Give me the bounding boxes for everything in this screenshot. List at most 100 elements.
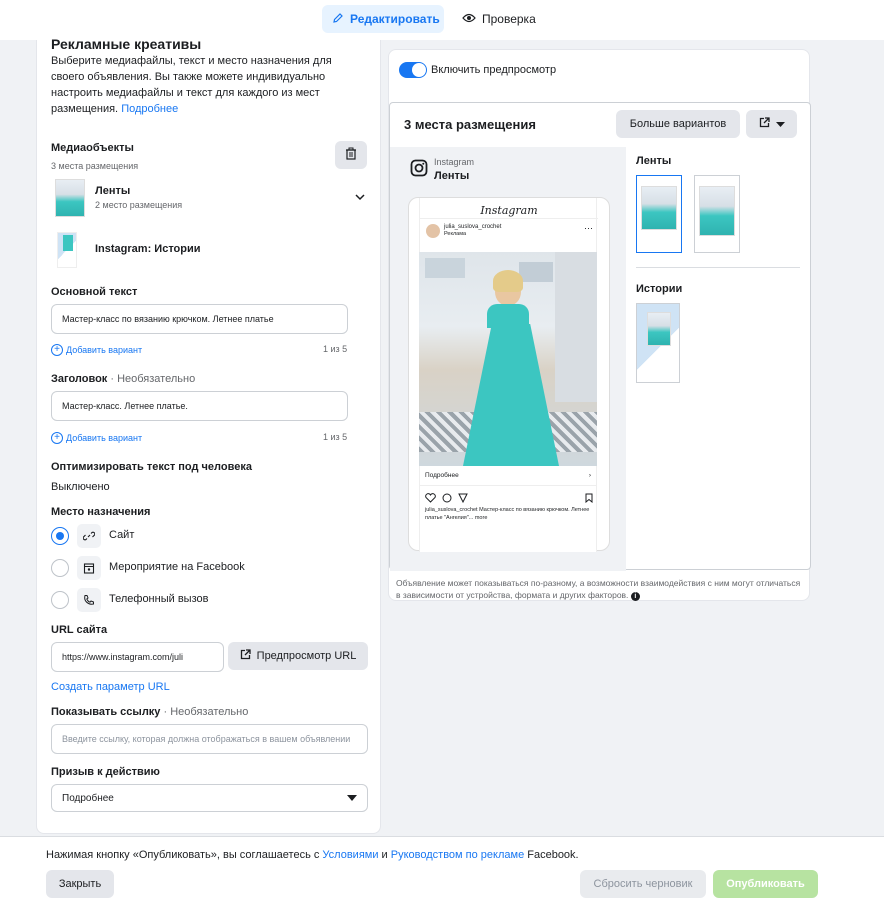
cta-selected-value: Подробнее [62, 792, 114, 804]
eye-icon [462, 12, 476, 26]
plus-circle-icon: + [51, 432, 63, 444]
preview-placement: Ленты [434, 170, 470, 182]
instagram-wordmark: Instagram [480, 204, 538, 217]
radio-website[interactable] [51, 527, 69, 545]
headline-input[interactable]: Мастер-класс. Летнее платье. [51, 391, 348, 421]
chevron-down-icon[interactable] [355, 190, 365, 204]
chevron-right-icon: › [588, 472, 591, 479]
destination-event-label: Мероприятие на Facebook [109, 561, 245, 573]
create-url-parameter-link[interactable]: Создать параметр URL [51, 681, 170, 693]
headline-label-text: Заголовок [51, 373, 108, 385]
learn-more-link[interactable]: Подробнее [121, 103, 178, 115]
caret-down-icon [347, 793, 357, 804]
share-preview-button[interactable] [746, 110, 797, 138]
stories-thumbnail [57, 232, 77, 268]
display-link-optional: · Необязательно [160, 706, 249, 718]
avatar [426, 224, 440, 238]
cta-label: Призыв к действию [51, 766, 160, 778]
feeds-subtitle: 2 место размещения [95, 200, 183, 210]
display-link-label-text: Показывать ссылку [51, 706, 161, 718]
add-headline-variant[interactable]: + Добавить вариант [51, 432, 142, 444]
radio-facebook-event[interactable] [51, 559, 69, 577]
link-icon [77, 524, 101, 548]
share-icon[interactable] [458, 492, 468, 506]
more-options-icon[interactable]: ⋯ [584, 224, 593, 233]
destination-label: Место назначения [51, 506, 151, 518]
destination-phone-label: Телефонный вызов [109, 593, 209, 605]
post-cta-bar[interactable]: Подробнее › [419, 466, 597, 486]
more-variants-button[interactable]: Больше вариантов [616, 110, 740, 138]
thumbnail-image [641, 186, 677, 230]
add-variant-label: Добавить вариант [66, 433, 143, 443]
optimize-label: Оптимизировать текст под человека [51, 461, 252, 473]
post-caption: julia_suslova_crochet Мастер-класс по вя… [425, 507, 590, 521]
header-divider [420, 218, 598, 219]
thumbnail-image [647, 312, 671, 346]
wall-picture [519, 262, 553, 282]
external-link-icon [759, 117, 770, 131]
post-image [419, 252, 597, 466]
section-title: Рекламные креативы [51, 36, 202, 52]
radio-phone-call[interactable] [51, 591, 69, 609]
post-cta-label: Подробнее [425, 472, 459, 479]
feeds-placement-thumbnail[interactable] [636, 175, 682, 253]
primary-text-label: Основной текст [51, 286, 138, 298]
terms-text-before: Нажимая кнопку «Опубликовать», вы соглаш… [46, 849, 323, 861]
feeds-title: Ленты [95, 185, 131, 197]
ad-creative-panel: Рекламные креативы Выберите медиафайлы, … [36, 36, 381, 834]
close-button[interactable]: Закрыть [46, 870, 114, 898]
tab-edit-label: Редактировать [350, 12, 440, 26]
add-primary-variant[interactable]: + Добавить вариант [51, 344, 142, 356]
preview-toggle[interactable] [399, 62, 427, 78]
preview-platform: Instagram [434, 157, 475, 167]
dress-skirt [463, 324, 559, 466]
display-link-input[interactable]: Введите ссылку, которая должна отображат… [51, 724, 368, 754]
tab-review[interactable]: Проверка [452, 5, 542, 33]
headline-variant-counter: 1 из 5 [323, 432, 348, 442]
post-actions [425, 492, 468, 506]
side-feeds-title: Ленты [636, 155, 672, 167]
post-account: julia_suslova_crochet [444, 224, 502, 230]
headline-optional: · Необязательно [107, 373, 196, 385]
preview-disclaimer: Объявление может показываться по-разному… [396, 577, 804, 601]
reset-draft-button[interactable]: Сбросить черновик [580, 870, 706, 898]
publish-button[interactable]: Опубликовать [713, 870, 818, 898]
heart-icon[interactable] [425, 492, 436, 506]
feeds-placement-thumbnail[interactable] [694, 175, 740, 253]
stories-title: Instagram: Истории [95, 243, 201, 255]
preview-placements-title: 3 места размещения [404, 117, 536, 132]
plus-circle-icon: + [51, 344, 63, 356]
cta-select[interactable]: Подробнее [51, 784, 368, 812]
description-text: Выберите медиафайлы, текст и место назна… [51, 55, 332, 115]
media-label: Медиаобъекты [51, 142, 134, 154]
url-label: URL сайта [51, 624, 108, 636]
website-url-input[interactable]: https://www.instagram.com/juli [51, 642, 224, 672]
stories-placement-thumbnail[interactable] [636, 303, 680, 383]
trash-icon [345, 147, 357, 163]
comment-icon[interactable] [442, 492, 452, 506]
destination-website-label: Сайт [109, 529, 135, 541]
caret-down-icon [775, 118, 785, 130]
phone-mockup: Instagram julia_suslova_crochet Реклама … [408, 197, 610, 552]
delete-media-button[interactable] [335, 141, 367, 169]
primary-variant-counter: 1 из 5 [323, 344, 348, 354]
add-variant-label: Добавить вариант [66, 345, 143, 355]
side-stories-title: Истории [636, 283, 683, 295]
ad-guidelines-link[interactable]: Руководством по рекламе [391, 849, 524, 861]
info-icon[interactable]: i [630, 592, 640, 601]
section-description: Выберите медиафайлы, текст и место назна… [51, 53, 351, 117]
primary-text-input[interactable]: Мастер-класс по вязанию крючком. Летнее … [51, 304, 348, 334]
preview-frame: 3 места размещения Больше вариантов Inst… [389, 102, 811, 571]
bookmark-icon[interactable] [585, 492, 593, 506]
woman-hair [493, 270, 523, 292]
pencil-icon [332, 12, 344, 27]
preview-url-label: Предпросмотр URL [256, 650, 357, 662]
ad-preview-panel: Включить предпросмотр 3 места размещения… [388, 49, 811, 601]
optimize-value[interactable]: Выключено [51, 481, 110, 493]
preview-url-button[interactable]: Предпросмотр URL [228, 642, 368, 670]
preview-canvas: Instagram Ленты Instagram julia_suslova_… [390, 147, 626, 571]
terms-and: и [378, 849, 391, 861]
tab-review-label: Проверка [482, 12, 536, 26]
tab-edit[interactable]: Редактировать [322, 5, 444, 33]
terms-link[interactable]: Условиями [322, 849, 378, 861]
